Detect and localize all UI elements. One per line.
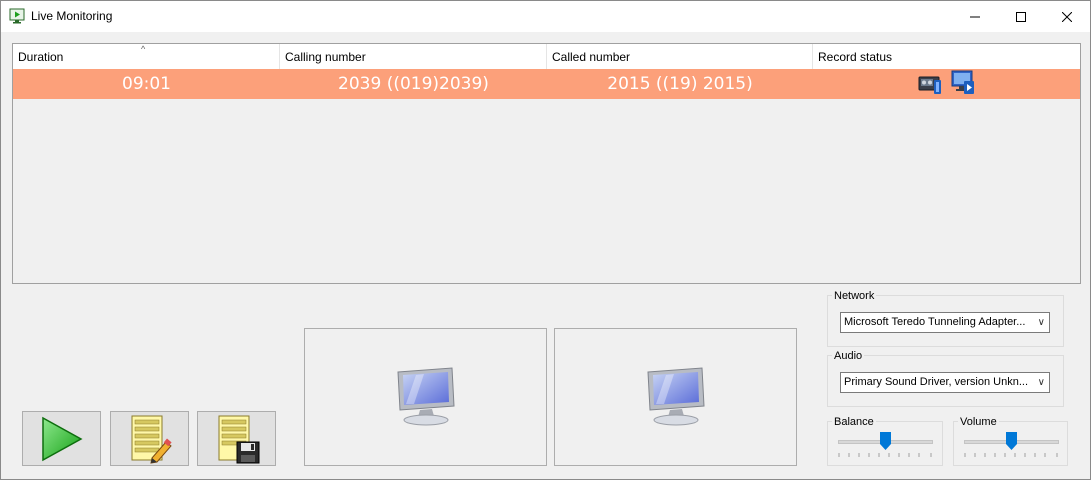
grid-header: Duration ^ Calling number Called number …: [13, 44, 1080, 70]
cell-duration: 09:01: [122, 74, 171, 94]
cell-calling-number: 2039 ((019)2039): [338, 74, 489, 94]
audio-selected-value: Primary Sound Driver, version Unkn...: [844, 376, 1029, 388]
balance-ticks: [838, 453, 932, 457]
volume-ticks: [964, 453, 1058, 457]
monitor-speaker-icon: [951, 70, 974, 94]
live-monitoring-window: Live Monitoring Duration ^ Calling numbe…: [0, 0, 1091, 480]
table-row[interactable]: 09:01 2039 ((019)2039) 2015 ((19) 2015): [13, 69, 1080, 99]
monitor-icon: [396, 367, 455, 426]
monitor-icon: [646, 367, 705, 426]
video-panel-2: [554, 328, 797, 466]
volume-slider-thumb[interactable]: [1006, 432, 1017, 450]
volume-label: Volume: [958, 416, 999, 428]
column-header-calling-number[interactable]: Calling number: [280, 44, 547, 69]
tape-recorder-icon: [918, 76, 941, 94]
balance-label: Balance: [832, 416, 876, 428]
close-icon: [1062, 11, 1072, 22]
audio-label: Audio: [832, 350, 865, 362]
audio-select[interactable]: Primary Sound Driver, version Unkn... ∨: [840, 372, 1050, 393]
chevron-down-icon: ∨: [1037, 377, 1045, 388]
maximize-icon: [1016, 11, 1026, 22]
sort-ascending-icon: ^: [141, 44, 146, 54]
cell-called-number: 2015 ((19) 2015): [607, 74, 753, 94]
edit-list-button[interactable]: [110, 411, 189, 466]
chevron-down-icon: ∨: [1037, 317, 1045, 328]
column-header-called-number[interactable]: Called number: [547, 44, 813, 69]
title-bar: Live Monitoring: [1, 1, 1090, 32]
cell-record-status: [813, 69, 1080, 99]
network-select[interactable]: Microsoft Teredo Tunneling Adapter... ∨: [840, 312, 1050, 333]
close-button[interactable]: [1044, 1, 1090, 32]
play-button[interactable]: [22, 411, 101, 466]
balance-slider-thumb[interactable]: [880, 432, 891, 450]
document-save-icon: [218, 415, 259, 463]
column-header-duration[interactable]: Duration: [13, 44, 280, 69]
video-panel-1: [304, 328, 547, 466]
document-edit-icon: [131, 415, 172, 464]
play-icon: [41, 416, 83, 461]
minimize-button[interactable]: [952, 1, 998, 32]
monitor-play-icon: [9, 8, 25, 24]
calls-grid[interactable]: Duration ^ Calling number Called number …: [12, 43, 1081, 284]
network-selected-value: Microsoft Teredo Tunneling Adapter...: [844, 316, 1026, 328]
column-header-record-status[interactable]: Record status: [813, 44, 1080, 69]
save-list-button[interactable]: [197, 411, 276, 466]
network-label: Network: [832, 290, 877, 302]
maximize-button[interactable]: [998, 1, 1044, 32]
minimize-icon: [970, 16, 980, 17]
window-title: Live Monitoring: [31, 9, 113, 23]
